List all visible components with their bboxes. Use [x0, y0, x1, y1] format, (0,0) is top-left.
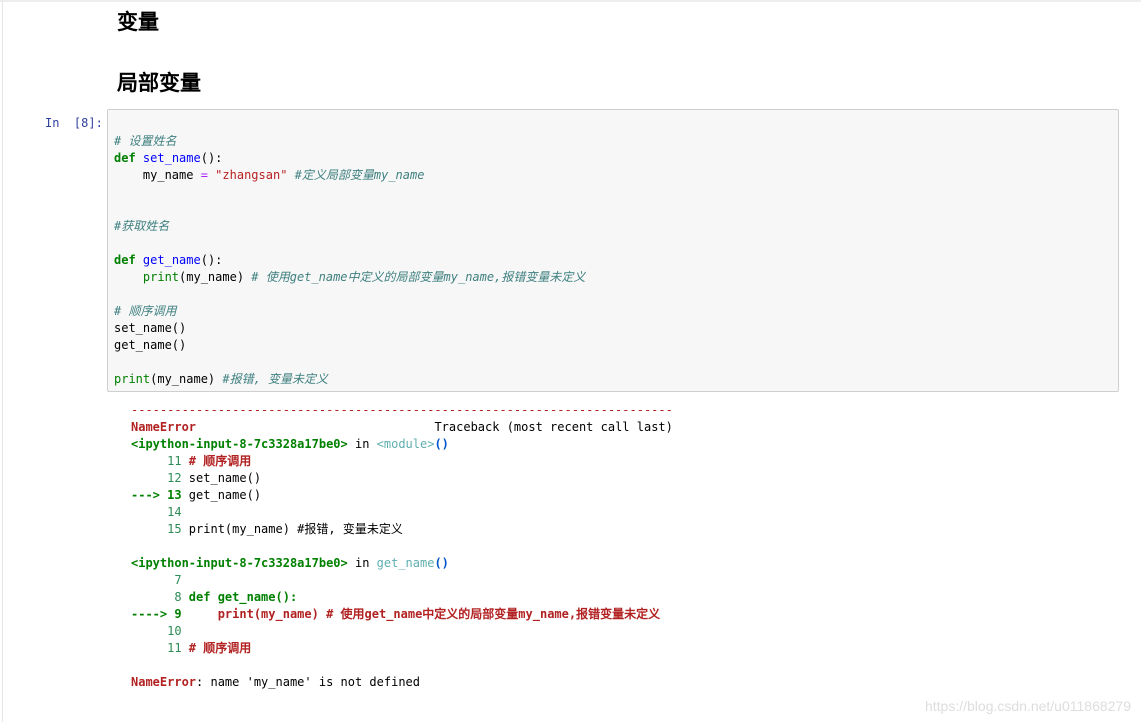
frame-location: <ipython-input-8-7c3328a17be0>: [131, 437, 348, 451]
code-line: # 设置姓名: [114, 133, 585, 150]
heading-local-variables: 局部变量: [117, 71, 201, 95]
code-line: my_name = "zhangsan" #定义局部变量my_name: [114, 168, 425, 182]
frame-function: <module>: [376, 437, 435, 451]
frame-line: 14: [131, 505, 189, 519]
watermark: https://blog.csdn.net/u011868279: [924, 698, 1131, 714]
code-line: # 顺序调用: [114, 303, 585, 320]
code-line: print(my_name) # 使用get_name中定义的局部变量my_na…: [142, 270, 586, 284]
code-line: print(my_name) #报错, 变量未定义: [114, 372, 329, 386]
input-prompt: In [8]:: [45, 116, 103, 130]
traceback-header: NameError Traceback (most recent call la…: [131, 419, 673, 436]
code-line: #获取姓名: [114, 218, 585, 235]
final-error-name: NameError: [131, 675, 197, 689]
code-editor[interactable]: # 设置姓名 def set_name(): my_name = "zhangsa…: [114, 116, 585, 422]
code-comment: # 顺序调用: [114, 304, 177, 318]
code-comment: #获取姓名: [114, 219, 170, 233]
frame-header: <ipython-input-8-7c3328a17be0> in <modul…: [131, 437, 449, 451]
frame-line: 8 def get_name():: [131, 590, 298, 604]
error-name: NameError: [131, 420, 197, 434]
frame-line: 15 print(my_name) #报错, 变量未定义: [131, 522, 403, 536]
frame-line-current: ---> 13 get_name(): [131, 488, 262, 502]
cell-output-traceback: ----------------------------------------…: [131, 402, 673, 691]
final-error-text: : name 'my_name' is not defined: [196, 675, 420, 689]
code-cell-input[interactable]: # 设置姓名 def set_name(): my_name = "zhangsa…: [107, 109, 1119, 392]
top-border: [0, 0, 1141, 2]
frame-header: <ipython-input-8-7c3328a17be0> in get_na…: [131, 556, 449, 570]
frame-line: 11 # 顺序调用: [131, 641, 252, 655]
code-line: set_name(): [114, 321, 187, 335]
frame-line: 11 # 顺序调用: [131, 454, 252, 468]
error-message: NameError: name 'my_name' is not defined: [131, 674, 673, 691]
frame-line: 10: [131, 624, 189, 638]
code-comment: # 设置姓名: [114, 134, 177, 148]
code-line: def set_name():: [114, 151, 223, 165]
traceback-rule: ----------------------------------------…: [131, 403, 673, 417]
frame-function: get_name: [376, 556, 435, 570]
frame-location: <ipython-input-8-7c3328a17be0>: [131, 556, 348, 570]
heading-variables: 变量: [117, 10, 159, 34]
frame-line: 12 set_name(): [131, 471, 262, 485]
frame-line-current: ----> 9 print(my_name) # 使用get_name中定义的局…: [131, 607, 661, 621]
code-line: get_name(): [114, 338, 187, 352]
code-line: def get_name():: [114, 253, 223, 267]
notebook-left-edge: [2, 0, 3, 722]
frame-line: 7: [131, 573, 189, 587]
traceback-title: Traceback (most recent call last): [434, 420, 673, 434]
